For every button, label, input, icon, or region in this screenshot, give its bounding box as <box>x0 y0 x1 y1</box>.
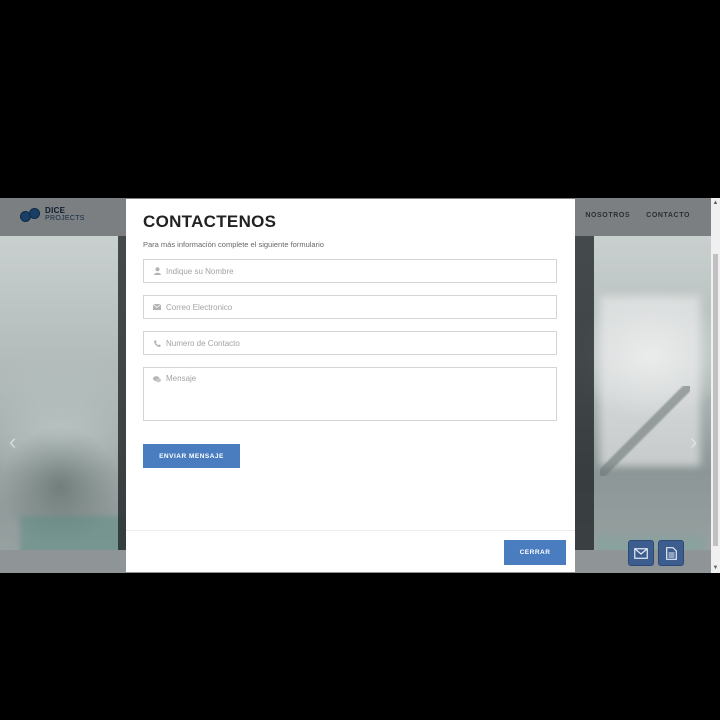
nav-item-nosotros[interactable]: NOSOTROS <box>585 212 630 219</box>
user-icon <box>152 266 162 276</box>
message-field[interactable] <box>143 367 557 421</box>
name-input[interactable] <box>166 266 546 276</box>
email-input[interactable] <box>166 302 546 312</box>
page-scrollbar[interactable]: ▲ ▼ <box>711 198 720 573</box>
scroll-down-icon[interactable]: ▼ <box>712 564 719 572</box>
name-field[interactable] <box>143 259 557 283</box>
mail-icon <box>634 547 648 559</box>
contact-modal: CONTACTENOS Para más información complet… <box>126 199 575 572</box>
comment-icon <box>152 374 162 384</box>
site-nav: NOSOTROS CONTACTO <box>585 212 690 219</box>
floating-mail-button[interactable] <box>628 540 654 566</box>
email-field[interactable] <box>143 295 557 319</box>
scroll-up-icon[interactable]: ▲ <box>712 199 719 207</box>
send-message-button[interactable]: ENVIAR MENSAJE <box>143 444 240 468</box>
screen: ‹ › DICE PROJECTS NOSOTROS CONTACTO ▲ ▼ … <box>0 0 720 720</box>
nav-item-contacto[interactable]: CONTACTO <box>646 212 690 219</box>
modal-subtitle: Para más información complete el siguien… <box>143 240 324 249</box>
site-logo[interactable]: DICE PROJECTS <box>20 207 85 223</box>
phone-input[interactable] <box>166 338 546 348</box>
logo-mark-icon <box>20 207 42 223</box>
envelope-icon <box>152 302 162 312</box>
close-button[interactable]: CERRAR <box>504 540 566 565</box>
floating-document-button[interactable] <box>658 540 684 566</box>
message-textarea[interactable] <box>166 374 546 414</box>
modal-title: CONTACTENOS <box>143 212 277 231</box>
phone-icon <box>152 338 162 348</box>
modal-footer-divider <box>126 530 575 531</box>
document-icon <box>665 546 677 560</box>
scrollbar-thumb[interactable] <box>713 254 718 546</box>
slider-prev-arrow[interactable]: ‹ <box>9 431 21 453</box>
phone-field[interactable] <box>143 331 557 355</box>
logo-text-dice: DICE <box>45 206 66 215</box>
slider-next-arrow[interactable]: › <box>690 431 702 453</box>
logo-text-projects: PROJECTS <box>45 215 85 222</box>
